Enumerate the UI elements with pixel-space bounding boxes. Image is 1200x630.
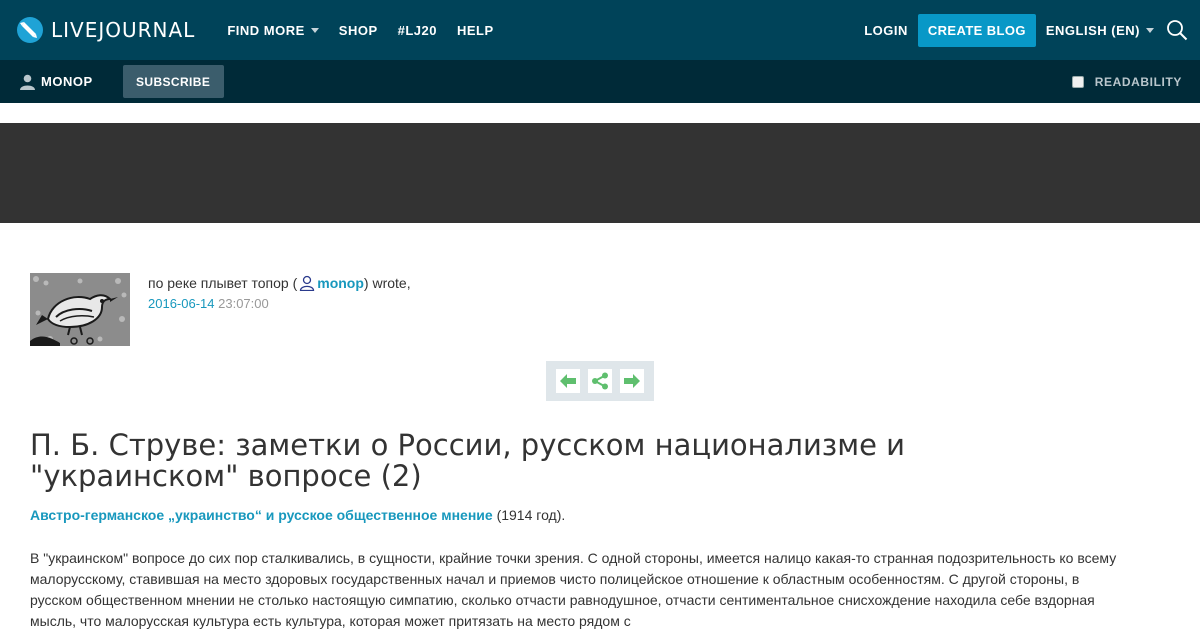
nav-help[interactable]: HELP [457, 23, 494, 38]
journal-title: по реке плывет топор ( [148, 275, 298, 291]
language-selector[interactable]: ENGLISH (EN) [1046, 23, 1154, 38]
livejournal-logo[interactable]: LIVEJOURNAL [16, 0, 195, 60]
nav-find-more-label: FIND MORE [227, 22, 305, 38]
post-source-year: (1914 год). [492, 507, 566, 523]
user-icon [20, 74, 35, 90]
post-body: В "украинском" вопросе до сих пор сталки… [30, 550, 1117, 629]
create-blog-button[interactable]: CREATE BLOG [917, 13, 1036, 47]
post-source-line: Австро-германское „украинство“ и русское… [30, 507, 565, 523]
post-title: П. Б. Струве: заметки о России, русском … [30, 428, 905, 493]
logo-text: LIVEJOURNAL [51, 18, 196, 42]
post-author-link[interactable]: monop [317, 275, 364, 291]
journal-banner [0, 123, 1200, 223]
arrow-right-icon [624, 374, 640, 388]
entry-controls [546, 361, 654, 401]
login-link[interactable]: LOGIN [864, 23, 908, 38]
nav-shop[interactable]: SHOP [339, 23, 378, 38]
chevron-down-icon [310, 27, 319, 33]
post-date-link[interactable]: 2016-06-14 [148, 296, 215, 311]
share-icon [592, 372, 608, 390]
main-nav: FIND MORE SHOP #LJ20 HELP [227, 0, 513, 60]
nav-help-label: HELP [457, 22, 494, 38]
readability-checkbox[interactable] [1071, 75, 1084, 88]
wrote-suffix: ) wrote, [363, 275, 411, 291]
avatar-bird-mosaic-icon [30, 273, 130, 346]
previous-entry-button[interactable] [556, 369, 580, 393]
livejournal-logo-icon [17, 17, 43, 43]
readability-label: READABILITY [1094, 74, 1182, 89]
journal-bar: MONOP SUBSCRIBE READABILITY [0, 60, 1200, 103]
arrow-left-icon [560, 374, 576, 388]
nav-lj20-label: #LJ20 [397, 22, 437, 38]
top-navigation-bar: LIVEJOURNAL FIND MORE SHOP #LJ20 HELP LO… [0, 0, 1200, 60]
post-time: 23:07:00 [218, 296, 269, 311]
subscribe-button[interactable]: SUBSCRIBE [122, 65, 224, 98]
post-author-line: по реке плывет топор ( monop ) wrote, [148, 275, 411, 291]
search-icon[interactable] [1166, 19, 1188, 41]
post-meta: по реке плывет топор ( monop ) wrote, 20… [148, 275, 411, 311]
language-label: ENGLISH (EN) [1045, 22, 1140, 38]
post-source-link[interactable]: Австро-германское „украинство“ и русское… [30, 507, 493, 523]
journal-user[interactable]: MONOP [20, 74, 93, 90]
nav-find-more[interactable]: FIND MORE [227, 22, 319, 38]
nav-lj20[interactable]: #LJ20 [398, 23, 437, 38]
share-button[interactable] [588, 369, 612, 393]
top-right-actions: LOGIN CREATE BLOG ENGLISH (EN) [864, 0, 1200, 60]
readability-toggle[interactable]: READABILITY [1071, 60, 1182, 103]
chevron-down-icon [1146, 27, 1154, 33]
journal-username: MONOP [41, 74, 93, 89]
post-datetime: 2016-06-14 23:07:00 [148, 296, 411, 311]
user-icon[interactable] [299, 275, 315, 291]
next-entry-button[interactable] [620, 369, 644, 393]
avatar[interactable] [30, 273, 130, 346]
nav-shop-label: SHOP [338, 22, 378, 38]
